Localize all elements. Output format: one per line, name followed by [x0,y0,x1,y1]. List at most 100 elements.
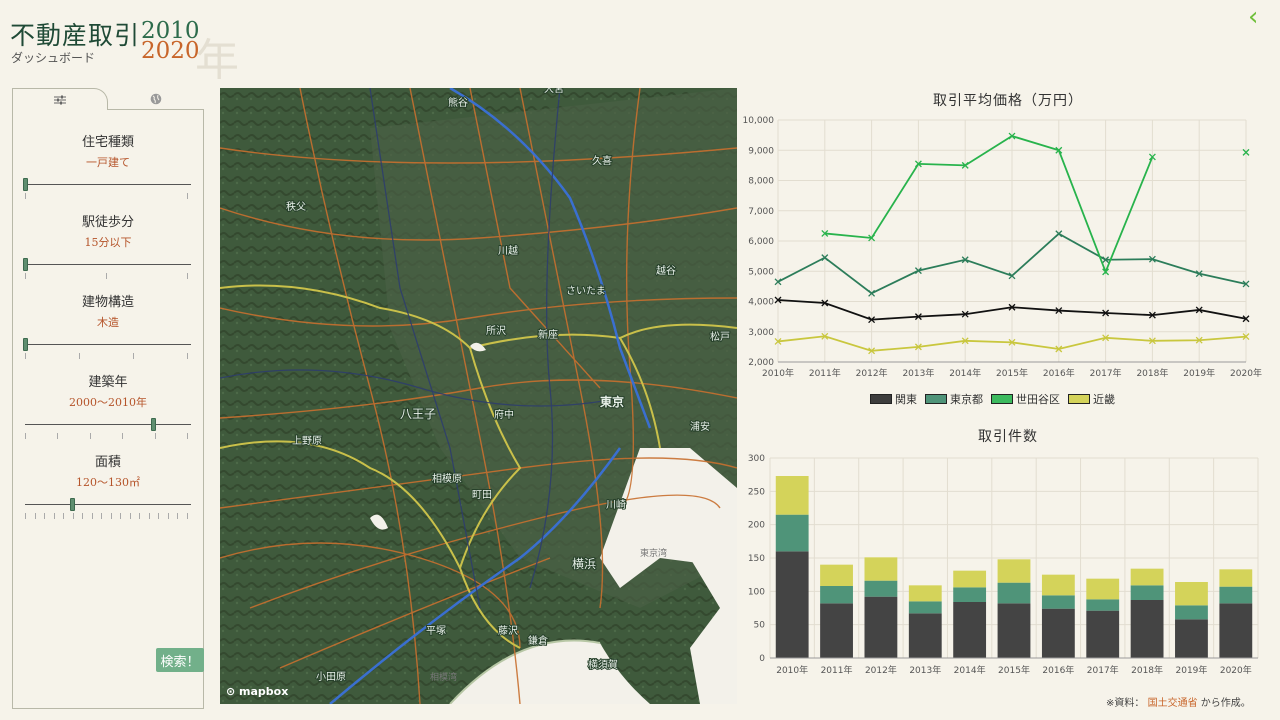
bar-segment [1219,586,1253,604]
filter-value: 木造 [97,316,119,329]
bar-segment [1041,574,1075,596]
slider-handle[interactable] [70,498,76,511]
bar-segment [997,559,1031,583]
slider-tick [133,353,134,359]
map-label: 府中 [494,408,514,421]
slider-tick [120,513,122,519]
house-type-slider[interactable] [23,178,193,192]
bar-segment [1086,578,1120,600]
price-chart: 2,000 3,000 4,000 5,000 6,000 7,000 8,000 9,000… [743,116,1262,379]
map-label: 秩父 [286,201,306,213]
slider-handle[interactable] [23,258,28,271]
structure-slider[interactable] [23,338,193,352]
bar-segment [953,570,987,588]
bar-segment [1219,569,1253,587]
map-view[interactable]: 熊谷 久喜 秩父 川越 さいたま 越谷 所沢 新座 東京 八王子 府中 町田 相… [220,88,737,704]
y-tick-label: 50 [754,621,766,631]
mapbox-logo[interactable]: ⊙ mapbox [226,685,288,698]
slider-handle[interactable] [23,338,28,351]
bar-segment [775,551,809,658]
y-tick-label: 150 [748,554,765,564]
source-prefix: ※資料： [1106,698,1145,709]
slider-tick [72,513,74,519]
filter-walk-minutes: 駅徒歩分 15分以下 [23,211,193,281]
bar-segment [953,602,987,658]
legend-item-kanto[interactable]: 関東 [870,391,917,407]
legend-swatch [1068,394,1090,404]
slider-tick [25,193,26,199]
filter-label: 面積 [94,455,121,470]
slider-tick [79,353,80,359]
filter-panel: 住宅種類 一戸建て 駅徒歩分 15分以下 建物構造 木造 建築年 2000～20… [12,109,204,709]
bar-segment [908,601,942,614]
map-label: 東京湾 [640,547,667,559]
slider-tick [139,513,141,519]
slider-ticks [23,513,193,521]
legend-label: 東京都 [950,393,983,406]
y-tick-label: 8,000 [748,177,774,187]
y-tick-label: 5,000 [748,267,774,277]
slider-tick [34,513,36,519]
map-label: 相模湾 [430,671,457,683]
filter-label: 駅徒歩分 [81,215,134,230]
bar-segment [1130,600,1164,658]
legend-item-tokyo[interactable]: 東京都 [925,391,983,407]
map-canvas[interactable]: 熊谷 久喜 秩父 川越 さいたま 越谷 所沢 新座 東京 八王子 府中 町田 相… [220,88,737,704]
map-label: 越谷 [656,264,676,277]
tab-filters[interactable] [12,88,108,110]
slider-handle[interactable] [151,418,156,431]
bar-segment [1086,610,1120,658]
slider-tick [187,433,188,439]
bar-segment [1130,568,1164,586]
slider-tick [57,433,59,439]
filter-area: 面積 120～130㎡ [23,451,193,521]
bar-segment [997,603,1031,658]
map-label: 平塚 [426,625,446,637]
filter-build-year: 建築年 2000～2010年 [23,371,193,441]
bar-segment [908,613,942,658]
slider-ticks [23,193,193,201]
area-slider[interactable] [23,498,193,512]
bar-segment [1130,585,1164,600]
collapse-chevron-icon[interactable]: ‹ [1248,4,1270,30]
filter-label: 建築年 [88,375,128,390]
map-label: 東京 [600,394,624,409]
build-year-slider[interactable] [23,418,193,432]
legend-label: 近畿 [1093,393,1115,406]
bar-segment [820,586,853,604]
slider-tick [101,513,103,519]
legend-item-setagaya[interactable]: 世田谷区 [991,391,1060,407]
source-link[interactable]: 国土交通省 [1148,698,1198,709]
map-label: 横浜 [572,557,596,571]
slider-tick [53,513,55,519]
x-tick-label: 2019年 [1176,664,1208,676]
bar-segment [864,580,898,597]
slider-tick [89,433,91,439]
tab-map[interactable] [108,88,204,110]
slider-tick [25,353,26,359]
filter-value: 120～130㎡ [76,476,140,489]
slider-tick [148,513,150,519]
map-label: 上野原 [292,435,322,447]
slider-tick [177,513,179,519]
count-chart: 0 50 100 150 200 250 300 2010年 2011年 2012年 2013年 20… [748,454,1259,676]
slider-tick [187,273,188,279]
map-label: 久喜 [592,154,612,167]
slider-handle[interactable] [23,178,28,191]
bar-segment [864,596,898,658]
map-label: 熊谷 [448,96,468,109]
x-tick-label: 2019年 [1183,367,1215,379]
filter-value: 15分以下 [84,236,132,249]
page-subtitle: ダッシュボード [11,51,96,65]
legend-item-kinki[interactable]: 近畿 [1068,391,1115,407]
search-button[interactable]: 検索！ [156,648,204,672]
x-tick-label: 2016年 [1042,664,1074,676]
slider-tick [110,513,112,519]
bar-segment [1086,599,1120,611]
bar-segment [864,557,898,581]
slider-tick [187,353,188,359]
walk-minutes-slider[interactable] [23,258,193,272]
map-label: 鎌倉 [528,634,548,647]
mapbox-attribution: mapbox [239,685,289,698]
bar-segment [1041,595,1075,609]
